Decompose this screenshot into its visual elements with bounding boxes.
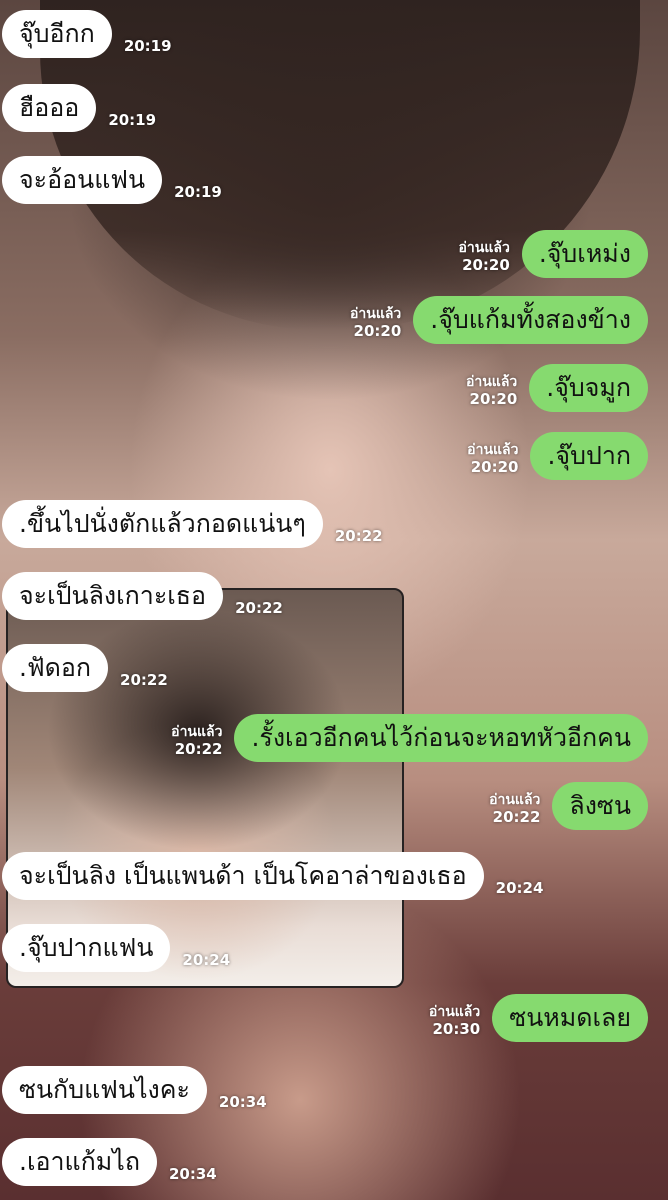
message-row: อ่านแล้ว 20:22 ลิงซน [489,782,648,830]
message-row: ฮือออ 20:19 [2,84,156,132]
message-meta: อ่านแล้ว 20:20 [467,441,518,476]
message-row: อ่านแล้ว 20:20 .จุ๊บจมูก [466,364,648,412]
read-receipt: อ่านแล้ว [489,792,541,808]
message-time: 20:22 [120,671,168,689]
incoming-message-bubble[interactable]: .จุ๊บปากแฟน [2,924,171,972]
outgoing-message-bubble[interactable]: ลิงซน [552,782,648,830]
message-row: อ่านแล้ว 20:20 .จุ๊บเหม่ง [459,230,648,278]
message-time: 20:19 [108,111,157,129]
message-row: อ่านแล้ว 20:20 .จุ๊บแก้มทั้งสองข้าง [350,296,648,344]
incoming-message-bubble[interactable]: จะอ้อนแฟน [2,156,163,204]
incoming-message-bubble[interactable]: ฮือออ [2,84,97,132]
message-time: 20:20 [469,390,518,408]
message-row: .จุ๊บปากแฟน 20:24 [2,924,230,972]
message-row: จะเป็นลิงเกาะเธอ 20:22 [2,572,283,620]
message-meta: อ่านแล้ว 20:20 [459,239,510,274]
message-row: .ขึ้นไปนั่งตักแล้วกอดแน่นๆ 20:22 [2,500,383,548]
message-meta: อ่านแล้ว 20:20 [350,305,401,340]
incoming-message-bubble[interactable]: .เอาแก้มไถ [2,1138,157,1186]
message-time: 20:24 [495,879,544,897]
outgoing-message-bubble[interactable]: .จุ๊บจมูก [529,364,648,412]
incoming-message-bubble[interactable]: .ฟัดอก [2,644,109,692]
message-time: 20:22 [334,527,383,545]
message-row: .เอาแก้มไถ 20:34 [2,1138,217,1186]
outgoing-message-bubble[interactable]: .จุ๊บเหม่ง [521,230,648,278]
message-time: 20:20 [462,256,510,274]
message-row: จะอ้อนแฟน 20:19 [2,156,222,204]
read-receipt: อ่านแล้ว [465,374,518,390]
message-row: อ่านแล้ว 20:30 ซนหมดเลย [429,994,648,1042]
incoming-message-bubble[interactable]: ซนกับแฟนไงคะ [2,1066,207,1114]
message-time: 20:22 [174,740,223,758]
message-time: 20:22 [492,808,541,826]
outgoing-message-bubble[interactable]: .จุ๊บแก้มทั้งสองข้าง [413,296,648,344]
message-meta: อ่านแล้ว 20:30 [429,1003,480,1038]
message-time: 20:22 [235,599,283,617]
message-time: 20:20 [470,458,519,476]
outgoing-message-bubble[interactable]: .รั้งเอวอีกคนไว้ก่อนจะหอทหัวอีกคน [234,714,648,762]
message-meta: อ่านแล้ว 20:20 [466,373,517,408]
incoming-message-bubble[interactable]: จุ๊บอีกก [2,10,112,58]
message-row: จะเป็นลิง เป็นแพนด้า เป็นโคอาล่าของเธอ 2… [2,852,543,900]
message-time: 20:34 [168,1165,217,1183]
incoming-message-bubble[interactable]: .ขึ้นไปนั่งตักแล้วกอดแน่นๆ [2,500,323,548]
read-receipt: อ่านแล้ว [349,306,402,322]
message-meta: อ่านแล้ว 20:22 [489,791,540,826]
message-time: 20:19 [174,183,222,201]
message-time: 20:19 [123,37,172,55]
message-time: 20:24 [182,951,231,969]
message-time: 20:30 [432,1020,481,1038]
message-row: ซนกับแฟนไงคะ 20:34 [2,1066,267,1114]
message-row: จุ๊บอีกก 20:19 [2,10,172,58]
message-meta: อ่านแล้ว 20:22 [171,723,222,758]
read-receipt: อ่านแล้ว [171,724,223,740]
message-row: อ่านแล้ว 20:20 .จุ๊บปาก [467,432,648,480]
read-receipt: อ่านแล้ว [428,1004,481,1020]
outgoing-message-bubble[interactable]: .จุ๊บปาก [530,432,648,480]
incoming-message-bubble[interactable]: จะเป็นลิง เป็นแพนด้า เป็นโคอาล่าของเธอ [2,852,484,900]
message-row: อ่านแล้ว 20:22 .รั้งเอวอีกคนไว้ก่อนจะหอท… [171,714,648,762]
read-receipt: อ่านแล้ว [467,442,519,458]
message-time: 20:20 [353,322,402,340]
message-row: .ฟัดอก 20:22 [2,644,168,692]
incoming-message-bubble[interactable]: จะเป็นลิงเกาะเธอ [2,572,224,620]
read-receipt: อ่านแล้ว [458,240,510,256]
outgoing-message-bubble[interactable]: ซนหมดเลย [492,994,648,1042]
message-time: 20:34 [218,1093,267,1111]
